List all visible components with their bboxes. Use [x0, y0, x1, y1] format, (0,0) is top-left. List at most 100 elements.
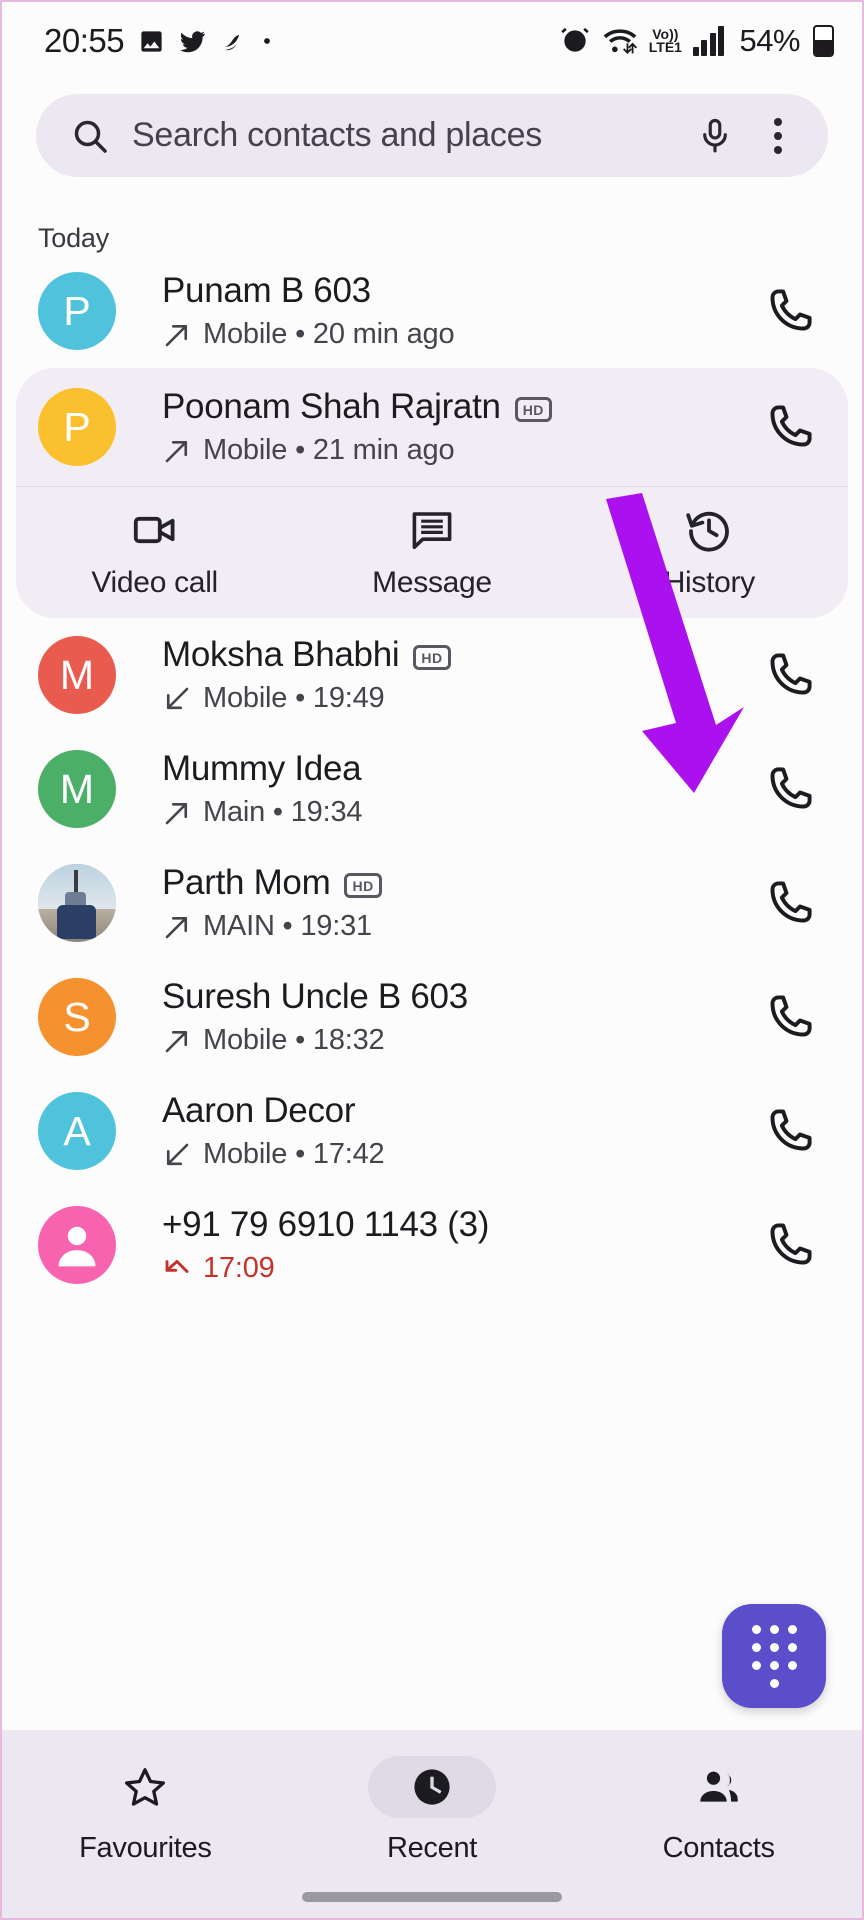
call-row-name: Moksha Bhabhi HD	[162, 635, 752, 675]
avatar[interactable]: S	[38, 978, 116, 1056]
avatar-initial: P	[63, 403, 91, 450]
call-row-name: +91 79 6910 1143 (3)	[162, 1205, 490, 1244]
call-row-text: Mummy Idea Main • 19:34	[116, 749, 752, 829]
search-bar[interactable]: Search contacts and places	[36, 94, 828, 177]
nav-label-favourites: Favourites	[79, 1832, 212, 1864]
call-row-detail: 17:09	[162, 1252, 752, 1285]
avatar[interactable]: M	[38, 750, 116, 828]
call-back-button[interactable]	[752, 286, 828, 336]
call-row-detail: Main • 19:34	[162, 796, 752, 829]
call-row-detail: Mobile • 21 min ago	[162, 434, 752, 467]
avatar[interactable]: M	[38, 636, 116, 714]
signal-bars-icon	[692, 26, 725, 56]
microphone-icon[interactable]	[696, 117, 734, 155]
call-log-row[interactable]: Parth Mom HD MAIN • 19:31	[2, 846, 862, 960]
call-log-row[interactable]: M Moksha Bhabhi HD Mobile • 19:49	[2, 618, 862, 732]
nav-label-recent: Recent	[386, 1832, 478, 1864]
volte-indicator: Vo)) LTE1	[648, 27, 682, 55]
nav-item-favourites[interactable]: Favourites	[2, 1756, 289, 1865]
call-log-row[interactable]: P Poonam Shah Rajratn HD Mobile • 21 min ag…	[16, 368, 848, 486]
avatar[interactable]	[38, 1206, 116, 1284]
call-back-button[interactable]	[752, 992, 828, 1042]
call-row-detail: Mobile • 18:32	[162, 1024, 752, 1057]
outgoing-call-icon	[165, 802, 188, 824]
action-message[interactable]: Message	[293, 487, 570, 618]
action-video-call[interactable]: Video call	[16, 487, 293, 618]
phone-screen: 20:55 Vo)) LTE1 54% Search contacts and …	[0, 0, 864, 1920]
call-log-list[interactable]: Today P Punam B 603 Mobile • 20 min ago P Po…	[2, 187, 862, 1730]
outgoing-call-icon	[165, 440, 188, 462]
star-icon	[125, 1768, 166, 1806]
avatar-initial: P	[63, 287, 91, 334]
photos-icon	[141, 30, 162, 52]
nav-pill-favourites	[81, 1756, 209, 1818]
action-label: Message	[372, 565, 492, 599]
nav-pill-contacts	[655, 1756, 783, 1818]
call-row-text: Punam B 603 Mobile • 20 min ago	[116, 271, 752, 351]
call-back-button[interactable]	[752, 650, 828, 700]
gesture-navigation-bar[interactable]	[302, 1892, 562, 1902]
call-row-text: Aaron Decor Mobile • 17:42	[116, 1091, 752, 1171]
call-back-button[interactable]	[752, 878, 828, 928]
action-label: Video call	[91, 565, 218, 599]
expanded-call-actions: Video call Message History	[16, 486, 848, 618]
more-vert-icon[interactable]	[756, 117, 800, 154]
status-bar-time: 20:55	[44, 22, 125, 59]
action-label: History	[663, 565, 756, 599]
search-input[interactable]: Search contacts and places	[132, 116, 674, 155]
outgoing-call-icon	[165, 916, 188, 938]
avatar[interactable]: A	[38, 1092, 116, 1170]
wifi-icon	[603, 29, 637, 54]
clock-icon	[414, 1769, 450, 1805]
status-bar-notification-icons	[138, 28, 274, 55]
call-row-name: Parth Mom HD	[162, 863, 752, 903]
call-back-button[interactable]	[752, 402, 828, 452]
hd-badge: HD	[344, 872, 382, 898]
call-log-row[interactable]: M Mummy Idea Main • 19:34	[2, 732, 862, 846]
call-log-row[interactable]: +91 79 6910 1143 (3) 17:09	[2, 1188, 862, 1302]
volte-line2: LTE1	[648, 39, 682, 55]
call-row-name: Mummy Idea	[162, 749, 362, 788]
call-row-text: +91 79 6910 1143 (3) 17:09	[116, 1205, 752, 1285]
call-row-text: Suresh Uncle B 603 Mobile • 18:32	[116, 977, 752, 1057]
section-header-today: Today	[38, 223, 110, 253]
app-icon	[224, 34, 240, 50]
history-icon	[686, 511, 730, 552]
bottom-navigation-bar[interactable]: Favourites Recent Contacts	[2, 1730, 862, 1918]
hd-badge: HD	[413, 644, 451, 670]
call-log-row[interactable]: S Suresh Uncle B 603 Mobile • 18:32	[2, 960, 862, 1074]
call-log-row[interactable]: A Aaron Decor Mobile • 17:42	[2, 1074, 862, 1188]
call-row-detail: Mobile • 20 min ago	[162, 318, 752, 351]
avatar-initial: M	[59, 765, 95, 812]
people-icon	[699, 1771, 738, 1802]
nav-label-contacts: Contacts	[662, 1832, 775, 1864]
action-history[interactable]: History	[571, 487, 848, 618]
hd-badge: HD	[514, 396, 552, 422]
search-bar-container: Search contacts and places	[2, 80, 862, 187]
nav-item-recent[interactable]: Recent	[289, 1756, 576, 1865]
avatar[interactable]	[38, 864, 116, 942]
call-row-text: Parth Mom HD MAIN • 19:31	[116, 863, 752, 943]
call-back-button[interactable]	[752, 764, 828, 814]
outgoing-call-icon	[165, 324, 188, 346]
nav-item-contacts[interactable]: Contacts	[575, 1756, 862, 1865]
battery-icon	[813, 25, 834, 57]
status-bar-system-icons: Vo)) LTE1 54%	[559, 23, 834, 59]
call-log-row[interactable]: P Punam B 603 Mobile • 20 min ago	[2, 254, 862, 368]
call-row-name: Punam B 603	[162, 271, 371, 310]
search-icon	[70, 116, 110, 156]
nav-pill-recent	[368, 1756, 496, 1818]
avatar[interactable]: P	[38, 272, 116, 350]
dialpad-fab-button[interactable]	[722, 1604, 826, 1708]
dot-icon	[264, 38, 271, 44]
missed-call-icon	[165, 1259, 189, 1273]
call-back-button[interactable]	[752, 1220, 828, 1270]
avatar-initial: A	[63, 1107, 91, 1154]
call-row-text: Moksha Bhabhi HD Mobile • 19:49	[116, 635, 752, 715]
battery-percent-label: 54%	[739, 23, 800, 58]
video-call-icon	[133, 516, 175, 543]
call-row-detail: MAIN • 19:31	[162, 910, 752, 943]
avatar[interactable]: P	[38, 388, 116, 466]
call-back-button[interactable]	[752, 1106, 828, 1156]
avatar-initial: M	[59, 651, 95, 698]
